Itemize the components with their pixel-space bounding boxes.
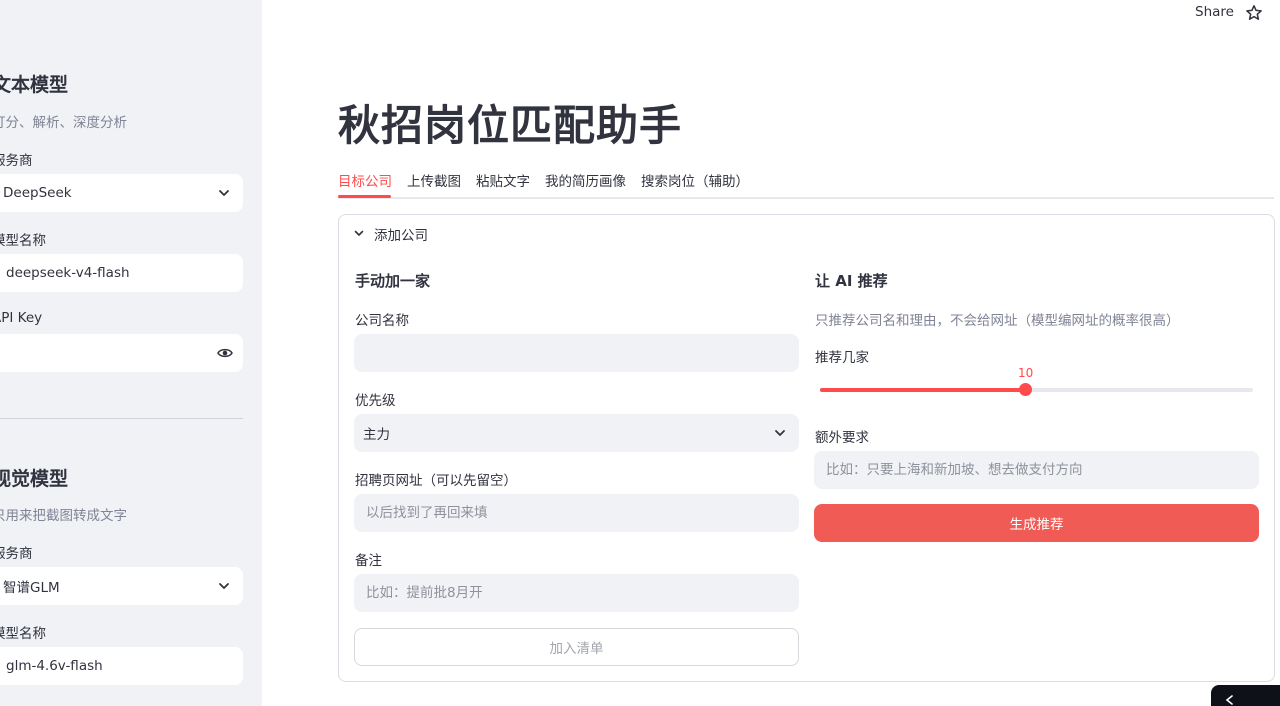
star-icon[interactable] xyxy=(1245,4,1263,22)
vision-model-name-input[interactable]: glm-4.6v-flash xyxy=(0,647,243,685)
tab-paste-text[interactable]: 粘贴文字 xyxy=(476,170,530,190)
manage-app-badge[interactable] xyxy=(1211,685,1280,706)
chevron-down-icon xyxy=(219,583,229,589)
company-name-input[interactable] xyxy=(354,334,799,372)
vision-model-caption: 只用来把截图转成文字 xyxy=(0,508,127,524)
ai-recommend-caption: 只推荐公司名和理由，不会给网址（模型编网址的概率很高） xyxy=(815,313,1180,329)
priority-label: 优先级 xyxy=(355,393,396,409)
chevron-down-icon xyxy=(219,190,229,196)
eye-icon[interactable] xyxy=(217,346,233,360)
tab-bar: 目标公司 上传截图 粘贴文字 我的简历画像 搜索岗位（辅助） xyxy=(338,168,1274,199)
expander-header[interactable]: 添加公司 xyxy=(339,215,1274,251)
vision-provider-label: 服务商 xyxy=(0,546,33,562)
vision-provider-value: 智谱GLM xyxy=(3,580,60,596)
sidebar-divider xyxy=(0,418,243,419)
slider-fill xyxy=(820,388,1025,392)
active-tab-indicator xyxy=(338,195,391,198)
add-to-list-button[interactable]: 加入清单 xyxy=(354,628,799,666)
text-model-name-value: deepseek-v4-flash xyxy=(6,265,130,281)
chevron-down-icon xyxy=(354,230,364,236)
tab-upload-screenshot[interactable]: 上传截图 xyxy=(407,170,461,190)
arrow-icon xyxy=(1225,695,1233,705)
text-provider-label: 服务商 xyxy=(0,153,33,169)
recommend-count-label: 推荐几家 xyxy=(815,350,869,366)
vision-model-name-value: glm-4.6v-flash xyxy=(6,658,103,674)
chevron-down-icon xyxy=(775,430,785,436)
vision-model-name-label: 模型名称 xyxy=(0,626,46,642)
company-name-label: 公司名称 xyxy=(355,313,409,329)
ai-recommend-title: 让 AI 推荐 xyxy=(815,272,888,290)
tab-target-companies[interactable]: 目标公司 xyxy=(338,170,392,190)
priority-select[interactable]: 主力 xyxy=(354,414,799,452)
extra-requirements-label: 额外要求 xyxy=(815,430,869,446)
note-label: 备注 xyxy=(355,553,382,569)
extra-requirements-input[interactable] xyxy=(814,451,1259,489)
job-url-label: 招聘页网址（可以先留空） xyxy=(355,473,517,489)
text-model-name-input[interactable]: deepseek-v4-flash xyxy=(0,254,243,292)
slider-thumb[interactable] xyxy=(1019,383,1032,396)
text-provider-select[interactable]: DeepSeek xyxy=(0,174,243,212)
share-button[interactable]: Share xyxy=(1195,4,1234,20)
expander-label: 添加公司 xyxy=(374,228,428,244)
job-url-input[interactable] xyxy=(354,494,799,532)
tab-search-jobs[interactable]: 搜索岗位（辅助） xyxy=(641,170,749,190)
generate-recommendations-button[interactable]: 生成推荐 xyxy=(814,504,1259,542)
text-model-caption: 打分、解析、深度分析 xyxy=(0,115,127,131)
manual-add-title: 手动加一家 xyxy=(355,272,431,290)
text-model-title: 文本模型 xyxy=(0,74,69,96)
apikey-label: API Key xyxy=(0,310,43,326)
note-input[interactable] xyxy=(354,574,799,612)
sidebar: 文本模型 打分、解析、深度分析 服务商 DeepSeek 模型名称 deepse… xyxy=(0,0,262,706)
slider-value-label: 10 xyxy=(1018,366,1034,380)
vision-provider-select[interactable]: 智谱GLM xyxy=(0,567,243,605)
page-title: 秋招岗位匹配助手 xyxy=(338,101,683,150)
recommend-count-slider[interactable] xyxy=(820,388,1253,392)
text-provider-value: DeepSeek xyxy=(3,185,72,201)
apikey-input[interactable] xyxy=(0,334,243,372)
text-model-name-label: 模型名称 xyxy=(0,233,46,249)
priority-value: 主力 xyxy=(363,427,390,443)
tab-resume-profile[interactable]: 我的简历画像 xyxy=(545,170,626,190)
vision-model-title: 视觉模型 xyxy=(0,468,69,490)
